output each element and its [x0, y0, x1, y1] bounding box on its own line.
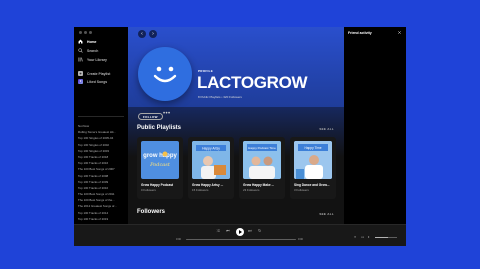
back-button[interactable]: ‹ [138, 30, 146, 38]
previous-track-icon[interactable]: ⏮ [226, 228, 230, 234]
more-options-icon[interactable]: ••• [163, 111, 171, 117]
playlist-card[interactable]: Happy Artsy Grow Happy Artsy ... 15 Foll… [188, 137, 234, 199]
heart-icon: ♥ [78, 79, 83, 84]
svg-text:Happy Podcast Time: Happy Podcast Time [248, 146, 276, 150]
nav-home-label: Home [87, 39, 97, 44]
card-title: Sing Dance and Grow... [294, 183, 330, 187]
nav-search-label: Search [87, 48, 99, 53]
card-title: Grow Happy Make ... [243, 183, 275, 187]
chevron-left-icon: ‹ [141, 31, 143, 37]
friend-activity-title: Friend activity [348, 31, 372, 35]
public-playlists-heading: Public Playlists [137, 125, 182, 131]
playlist-cover: Happy Time [294, 141, 332, 179]
window-controls [79, 31, 92, 34]
playlist-card[interactable]: Happy Time Sing Dance and Grow... 3 Foll… [290, 137, 336, 199]
card-title: Grow Happy Podcast [141, 183, 174, 187]
home-icon [78, 39, 83, 44]
playback-progress-bar[interactable] [186, 239, 296, 240]
see-all-followers-link[interactable]: SEE ALL [319, 212, 334, 216]
nav-search[interactable]: Search [78, 48, 98, 53]
profile-meta: 8 Public Playlists • 320 Followers [198, 95, 242, 99]
svg-text:Happy Artsy: Happy Artsy [202, 147, 220, 151]
play-button[interactable] [236, 228, 244, 236]
queue-icon[interactable]: ≡ [354, 235, 356, 239]
playlist-cover: grow happy Podcast [141, 141, 179, 179]
svg-text:grow happy: grow happy [143, 153, 177, 159]
volume-slider-fill [375, 236, 389, 238]
volume-slider[interactable] [375, 236, 397, 238]
follow-button[interactable]: FOLLOW [138, 113, 163, 120]
play-icon [239, 230, 242, 234]
nav-home[interactable]: Home [78, 39, 96, 44]
search-icon [78, 48, 83, 53]
player-bar: ⤨ ⏮ ⏭ ↻ 0:00 0:00 ≡ ▭ 🔈︎ [74, 224, 406, 246]
nav-library-label: Your Library [87, 57, 107, 62]
forward-button[interactable]: › [149, 30, 157, 38]
card-subtitle: 0 Followers [141, 188, 156, 192]
create-playlist-button[interactable]: + Create Playlist [78, 71, 110, 76]
card-subtitle: 3 Followers [294, 188, 309, 192]
nav-library[interactable]: Your Library [78, 57, 107, 62]
plus-icon: + [78, 71, 83, 76]
repeat-icon[interactable]: ↻ [258, 228, 261, 234]
maximize-window-dot[interactable] [89, 31, 92, 34]
playlist-card[interactable]: grow happy Podcast Grow Happy Podcast 0 … [137, 137, 183, 199]
see-all-playlists-link[interactable]: SEE ALL [319, 127, 334, 131]
next-track-icon[interactable]: ⏭ [248, 228, 252, 234]
duration-time: 0:00 [298, 238, 303, 241]
sidebar-playlist-list: Not Now Rolling Stone's Greatest Hit... … [78, 123, 126, 241]
shuffle-icon[interactable]: ⤨ [216, 228, 219, 234]
card-subtitle: 15 Followers [192, 188, 209, 192]
spotify-window: Home Search Your Library + Create Playli… [74, 27, 406, 246]
card-title: Grow Happy Artsy ... [192, 183, 224, 187]
sidebar-divider [78, 116, 124, 117]
playlist-cover: Happy Artsy [192, 141, 230, 179]
profile-avatar [138, 47, 192, 101]
svg-text:Happy Time: Happy Time [304, 146, 321, 150]
friend-activity-panel: Friend activity [344, 27, 406, 224]
main-view: ‹ › PROFILE LACTOGROW 8 Public Playlists… [128, 27, 344, 224]
playlist-cover: Happy Podcast Time [243, 141, 281, 179]
volume-icon[interactable]: 🔈︎ [368, 235, 370, 239]
followers-heading: Followers [137, 209, 166, 215]
liked-songs-button[interactable]: ♥ Liked Songs [78, 79, 107, 84]
svg-text:Podcast: Podcast [149, 162, 171, 168]
page-title: LACTOGROW [197, 73, 308, 92]
library-icon [78, 57, 83, 62]
card-subtitle: 23 Followers [243, 188, 260, 192]
devices-icon[interactable]: ▭ [361, 235, 364, 239]
sidebar: Home Search Your Library + Create Playli… [74, 27, 128, 239]
close-window-dot[interactable] [79, 31, 82, 34]
close-icon[interactable] [397, 30, 402, 35]
smiley-face-icon [153, 66, 177, 83]
elapsed-time: 0:00 [176, 238, 181, 241]
playlist-card[interactable]: Happy Podcast Time Grow Happy Make ... 2… [239, 137, 285, 199]
minimize-window-dot[interactable] [84, 31, 87, 34]
create-playlist-label: Create Playlist [87, 71, 111, 76]
chevron-right-icon: › [152, 31, 154, 37]
liked-songs-label: Liked Songs [87, 79, 108, 84]
